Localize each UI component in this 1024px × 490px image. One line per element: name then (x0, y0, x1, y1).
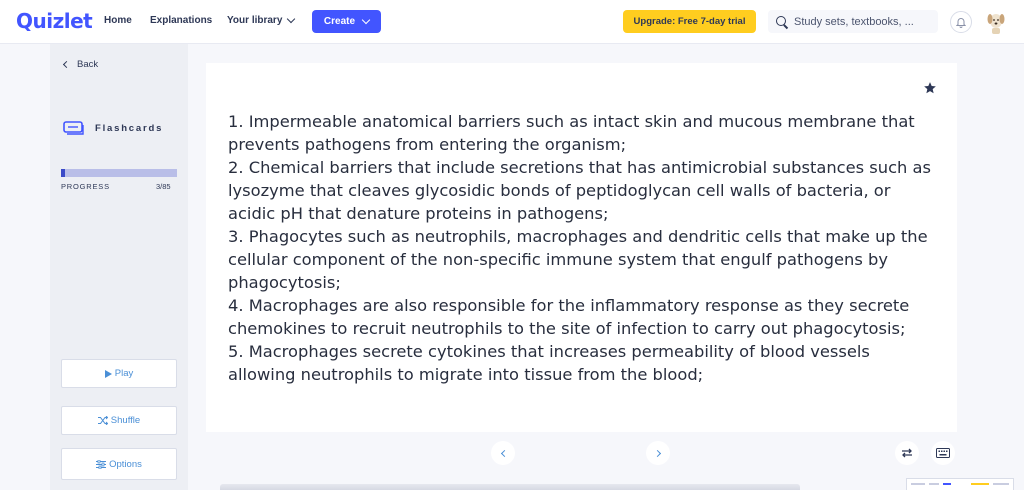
next-card-edge (220, 484, 800, 490)
progress-fill (61, 169, 66, 177)
next-card-button[interactable] (646, 441, 670, 465)
search-icon (776, 15, 788, 28)
search-input[interactable] (794, 15, 924, 28)
keyboard-icon (936, 448, 950, 458)
progress-count: 3/85 (156, 182, 171, 191)
avatar[interactable] (986, 10, 1006, 34)
play-icon (104, 369, 112, 378)
options-button[interactable]: Options (61, 448, 177, 480)
swap-icon (902, 448, 912, 458)
card-line: 3. Phagocytes such as neutrophils, macro… (228, 227, 928, 292)
dog-avatar-icon (987, 14, 1005, 34)
card-text: 1. Impermeable anatomical barriers such … (228, 110, 938, 386)
back-link[interactable]: Back (62, 59, 99, 70)
star-button[interactable] (923, 81, 937, 95)
mode-selector[interactable]: Flashcards (63, 121, 163, 135)
card-line: 4. Macrophages are also responsible for … (228, 296, 910, 338)
star-icon (924, 82, 936, 94)
card-line: 2. Chemical barriers that include secret… (228, 158, 931, 223)
chevron-down-icon (361, 15, 371, 24)
play-label: Play (114, 368, 134, 379)
swap-sides-button[interactable] (895, 441, 919, 465)
next-arrow-icon (653, 449, 661, 457)
thumbnail-preview (906, 478, 1014, 490)
nav-explanations-link[interactable]: Explanations (150, 15, 212, 26)
nav-home-link[interactable]: Home (104, 15, 132, 26)
prev-arrow-icon (500, 449, 508, 457)
shuffle-button[interactable]: Shuffle (61, 406, 177, 435)
options-icon (96, 459, 107, 469)
progress-bar (61, 169, 177, 177)
shuffle-label: Shuffle (110, 415, 141, 426)
chevron-down-icon (287, 14, 296, 23)
nav-library-dropdown[interactable]: Your library (227, 14, 296, 26)
card-line: 1. Impermeable anatomical barriers such … (228, 112, 915, 154)
create-button[interactable]: Create (312, 10, 381, 33)
top-nav: Quizlet Home Explanations Your library C… (0, 0, 1024, 44)
nav-library-label: Your library (227, 15, 283, 26)
shuffle-icon (97, 416, 108, 425)
search-box[interactable] (768, 10, 938, 33)
chevron-left-icon (62, 60, 71, 69)
flashcards-icon (63, 121, 84, 135)
flashcard[interactable]: 1. Impermeable anatomical barriers such … (206, 63, 957, 432)
mode-label: Flashcards (95, 122, 164, 134)
sidebar: Back Flashcards PROGRESS 3/85 Play Shuff… (50, 44, 188, 490)
keyboard-shortcuts-button[interactable] (931, 441, 955, 465)
options-label: Options (109, 458, 142, 470)
upgrade-button[interactable]: Upgrade: Free 7-day trial (623, 10, 756, 33)
progress-label: PROGRESS (61, 182, 110, 191)
create-label: Create (323, 16, 356, 27)
bell-icon (956, 17, 966, 28)
notifications-button[interactable] (950, 11, 972, 33)
back-label: Back (77, 59, 99, 70)
previous-card-button[interactable] (491, 441, 515, 465)
card-line: 5. Macrophages secrete cytokines that in… (228, 342, 870, 384)
quizlet-logo[interactable]: Quizlet (16, 9, 93, 33)
play-button[interactable]: Play (61, 359, 177, 388)
